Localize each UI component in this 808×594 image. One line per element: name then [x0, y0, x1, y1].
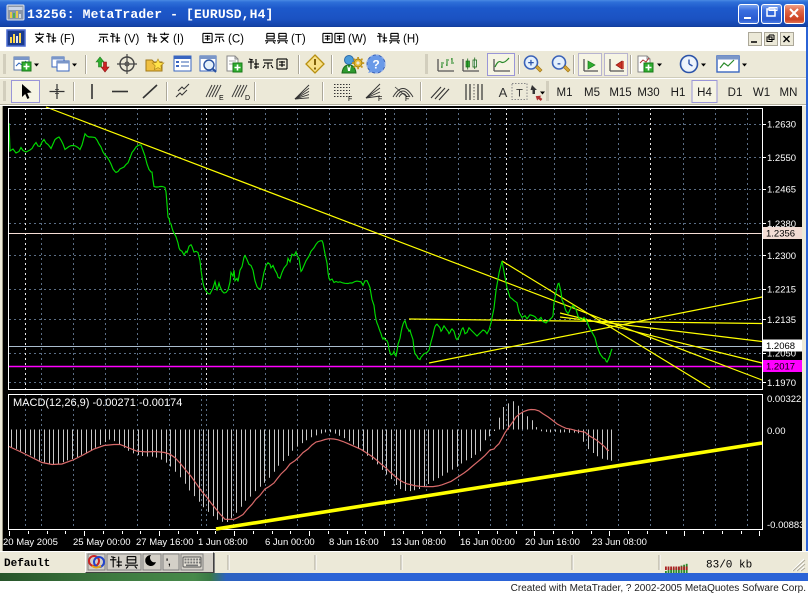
svg-text:1.1970: 1.1970 — [767, 378, 796, 389]
svg-text:Default: Default — [4, 558, 50, 570]
svg-text:20 Jun 16:00: 20 Jun 16:00 — [525, 537, 580, 548]
svg-text:27 May 16:00: 27 May 16:00 — [136, 537, 194, 548]
svg-text:0.00: 0.00 — [767, 426, 786, 437]
svg-text:1.2630: 1.2630 — [767, 120, 796, 131]
svg-text:MACD(12,26,9) -0.00271 -0.0017: MACD(12,26,9) -0.00271 -0.00174 — [13, 397, 182, 409]
svg-text:25 May 00:00: 25 May 00:00 — [73, 537, 131, 548]
svg-text:1.2068: 1.2068 — [766, 341, 795, 352]
svg-text:23 Jun 08:00: 23 Jun 08:00 — [592, 537, 647, 548]
svg-text:',: ', — [166, 557, 171, 567]
svg-text:8 Jun 16:00: 8 Jun 16:00 — [329, 537, 379, 548]
svg-text:1.2135: 1.2135 — [767, 315, 796, 326]
svg-text:13 Jun 08:00: 13 Jun 08:00 — [391, 537, 446, 548]
svg-text:20 May 2005: 20 May 2005 — [3, 537, 58, 548]
svg-text:1.2300: 1.2300 — [767, 251, 796, 262]
svg-text:16 Jun 00:00: 16 Jun 00:00 — [460, 537, 515, 548]
svg-text:1.2465: 1.2465 — [767, 185, 796, 196]
svg-text:1.2550: 1.2550 — [767, 153, 796, 164]
svg-text:1 Jun 08:00: 1 Jun 08:00 — [198, 537, 248, 548]
svg-text:6 Jun 00:00: 6 Jun 00:00 — [265, 537, 315, 548]
svg-text:1.2215: 1.2215 — [767, 285, 796, 296]
svg-text:1.2356: 1.2356 — [766, 229, 795, 240]
svg-text:1.2017: 1.2017 — [766, 362, 795, 373]
svg-text:83/0 kb: 83/0 kb — [706, 560, 752, 572]
svg-text:-0.00883: -0.00883 — [767, 520, 805, 531]
svg-text:0.00322: 0.00322 — [767, 394, 801, 405]
